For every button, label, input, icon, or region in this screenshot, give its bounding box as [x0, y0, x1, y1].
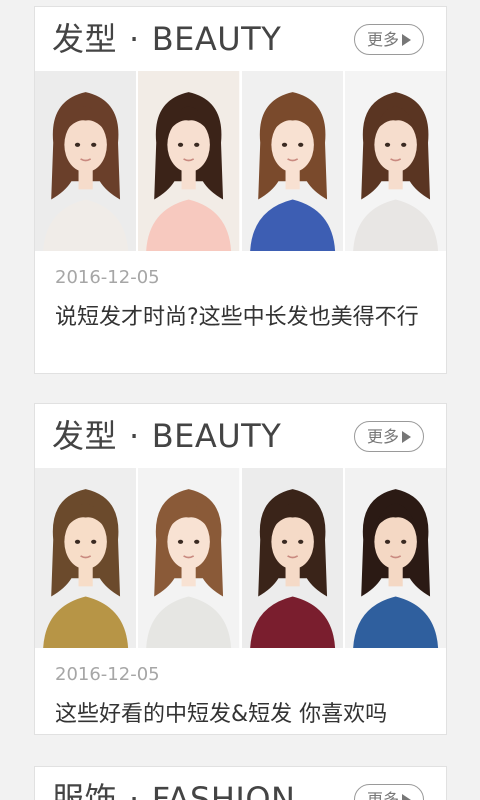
publish-date: 2016-12-05: [55, 664, 160, 685]
more-button[interactable]: 更多: [354, 784, 424, 800]
section-title-en: FASHION: [151, 780, 296, 800]
title-separator: ·: [129, 20, 140, 58]
section-title-cn: 服饰: [52, 780, 118, 800]
card-header: 发型 · BEAUTY 更多: [35, 404, 446, 468]
more-label: 更多: [366, 29, 399, 49]
section-title-cn: 发型: [52, 417, 118, 455]
portrait-image: [138, 71, 240, 251]
portrait-image: [241, 71, 343, 251]
publish-date: 2016-12-05: [55, 267, 160, 288]
play-arrow-icon: [402, 430, 411, 443]
photo-strip[interactable]: [35, 468, 446, 648]
section-title-en: BEAUTY: [151, 20, 282, 58]
card-header: 发型 · BEAUTY 更多: [35, 7, 446, 71]
article-card[interactable]: 服饰 · FASHION 更多: [34, 766, 447, 800]
portrait-image: [241, 468, 343, 648]
section-title: 服饰 · FASHION: [52, 781, 295, 800]
section-title-en: BEAUTY: [151, 417, 282, 455]
more-label: 更多: [366, 426, 399, 446]
portrait-image: [35, 71, 137, 251]
hairstyle-photo[interactable]: [344, 71, 446, 251]
card-header: 服饰 · FASHION 更多: [35, 767, 446, 800]
portrait-image: [138, 468, 240, 648]
article-headline[interactable]: 这些好看的中短发&短发 你喜欢吗: [55, 698, 426, 732]
portrait-image: [344, 468, 446, 648]
portrait-image: [35, 468, 137, 648]
article-card[interactable]: 发型 · BEAUTY 更多 2016-12-05 说短发才时尚?这些中长发也美得不…: [34, 6, 447, 374]
hairstyle-photo[interactable]: [35, 468, 137, 648]
section-title: 发型 · BEAUTY: [52, 21, 281, 57]
section-title: 发型 · BEAUTY: [52, 418, 281, 454]
hairstyle-photo[interactable]: [35, 71, 137, 251]
more-button[interactable]: 更多: [354, 24, 424, 55]
more-label: 更多: [366, 789, 399, 800]
article-headline[interactable]: 说短发才时尚?这些中长发也美得不行: [55, 301, 426, 335]
hairstyle-photo[interactable]: [138, 468, 240, 648]
section-title-cn: 发型: [52, 20, 118, 58]
hairstyle-photo[interactable]: [241, 468, 343, 648]
play-arrow-icon: [402, 33, 411, 46]
title-separator: ·: [129, 780, 140, 800]
photo-strip[interactable]: [35, 71, 446, 251]
more-button[interactable]: 更多: [354, 421, 424, 452]
hairstyle-photo[interactable]: [241, 71, 343, 251]
card-meta: 2016-12-05 说短发才时尚?这些中长发也美得不行: [35, 251, 446, 335]
portrait-image: [344, 71, 446, 251]
play-arrow-icon: [402, 793, 411, 800]
article-card[interactable]: 发型 · BEAUTY 更多 2016-12-05 这些好看的中短发&短发 你喜欢吗: [34, 403, 447, 735]
title-separator: ·: [129, 417, 140, 455]
hairstyle-photo[interactable]: [138, 71, 240, 251]
hairstyle-photo[interactable]: [344, 468, 446, 648]
card-meta: 2016-12-05 这些好看的中短发&短发 你喜欢吗: [35, 648, 446, 732]
